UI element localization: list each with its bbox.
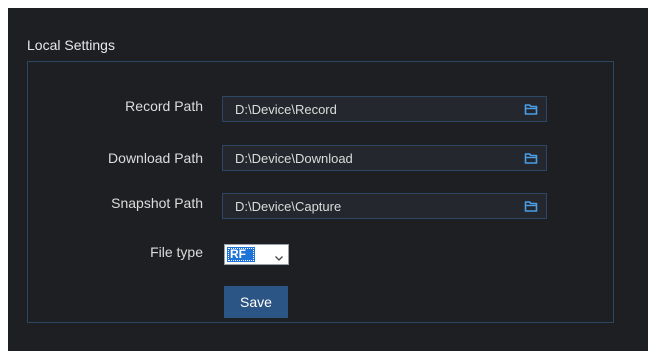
local-settings-panel: Local Settings Record Path D:\Device\Rec…: [8, 8, 648, 351]
folder-icon[interactable]: [524, 199, 538, 213]
chevron-down-icon: [274, 250, 284, 261]
record-path-label: Record Path: [125, 98, 203, 114]
download-path-value: D:\Device\Download: [235, 151, 353, 166]
folder-icon[interactable]: [524, 102, 538, 116]
section-title: Local Settings: [27, 37, 115, 53]
file-type-selected-value: RF: [227, 247, 255, 262]
download-path-label: Download Path: [108, 150, 203, 166]
folder-icon[interactable]: [524, 151, 538, 165]
record-path-value: D:\Device\Record: [235, 102, 337, 117]
save-button[interactable]: Save: [224, 286, 288, 318]
record-path-field[interactable]: D:\Device\Record: [222, 96, 547, 122]
snapshot-path-value: D:\Device\Capture: [235, 199, 342, 214]
file-type-label: File type: [150, 244, 203, 260]
snapshot-path-field[interactable]: D:\Device\Capture: [222, 193, 547, 219]
snapshot-path-label: Snapshot Path: [111, 195, 203, 211]
download-path-field[interactable]: D:\Device\Download: [222, 145, 547, 171]
file-type-select[interactable]: RF: [224, 244, 289, 265]
